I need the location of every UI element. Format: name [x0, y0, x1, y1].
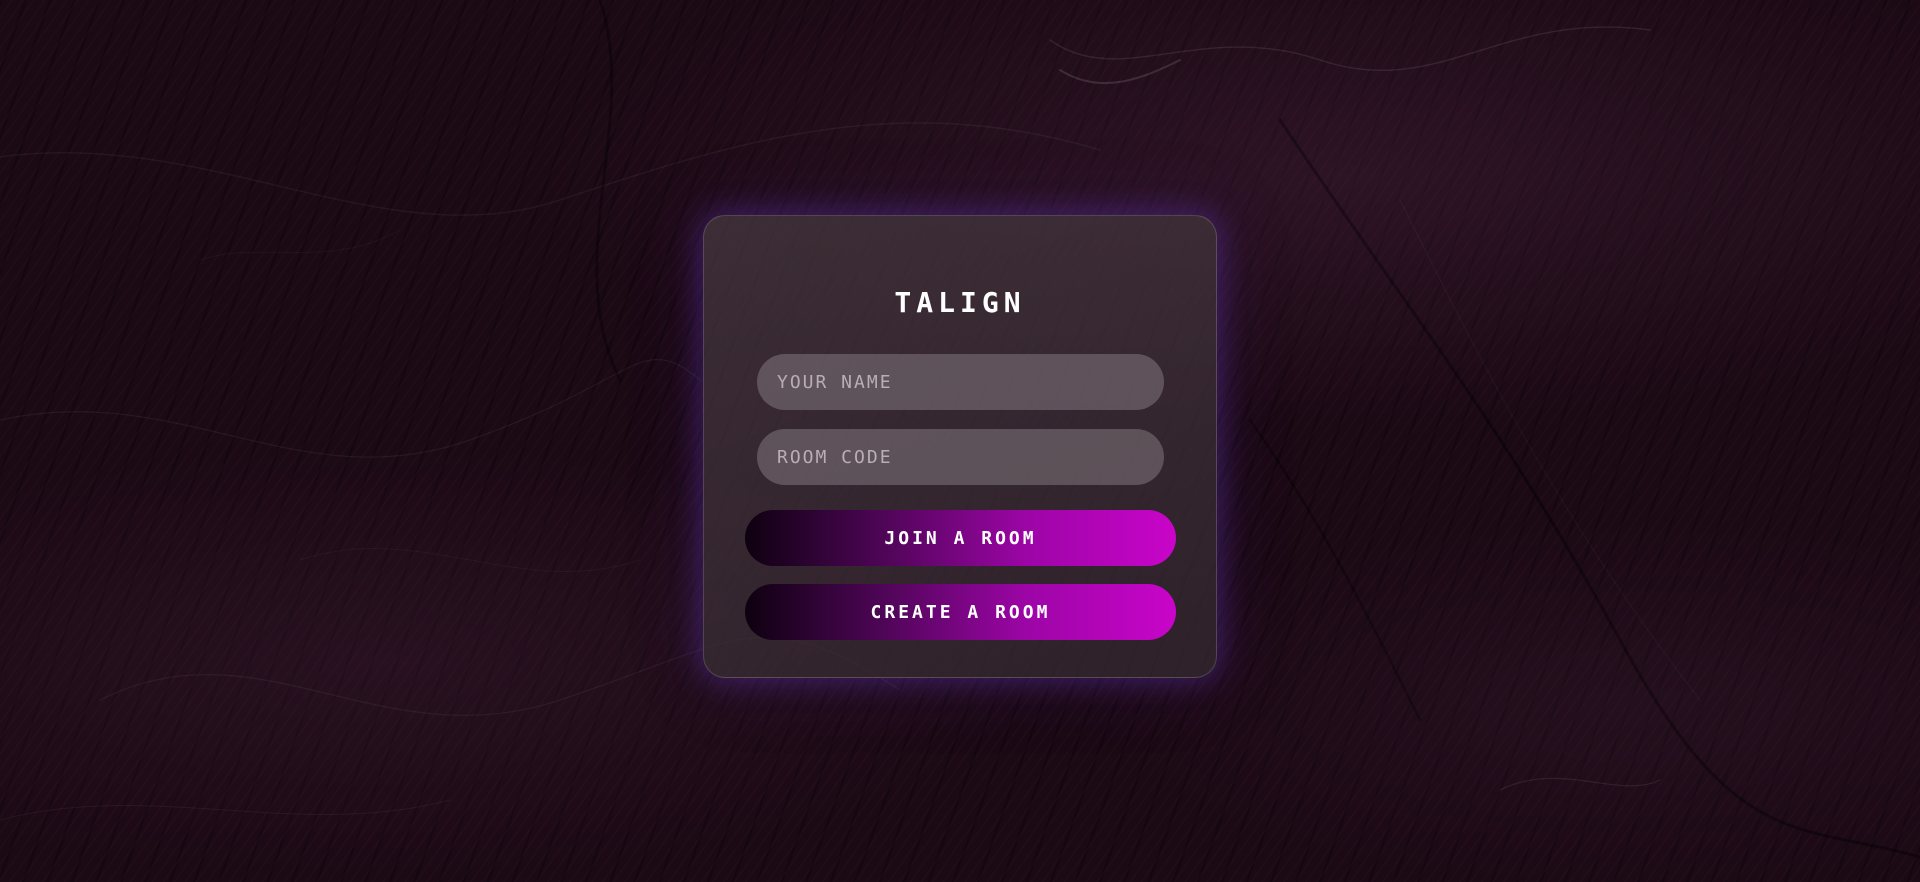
- join-room-card: TALIGN JOIN A ROOM CREATE A ROOM: [703, 215, 1217, 678]
- create-room-button[interactable]: CREATE A ROOM: [745, 584, 1176, 640]
- name-input[interactable]: [757, 354, 1164, 410]
- app-title: TALIGN: [894, 286, 1026, 319]
- room-code-input[interactable]: [757, 429, 1164, 485]
- join-room-button[interactable]: JOIN A ROOM: [745, 510, 1176, 566]
